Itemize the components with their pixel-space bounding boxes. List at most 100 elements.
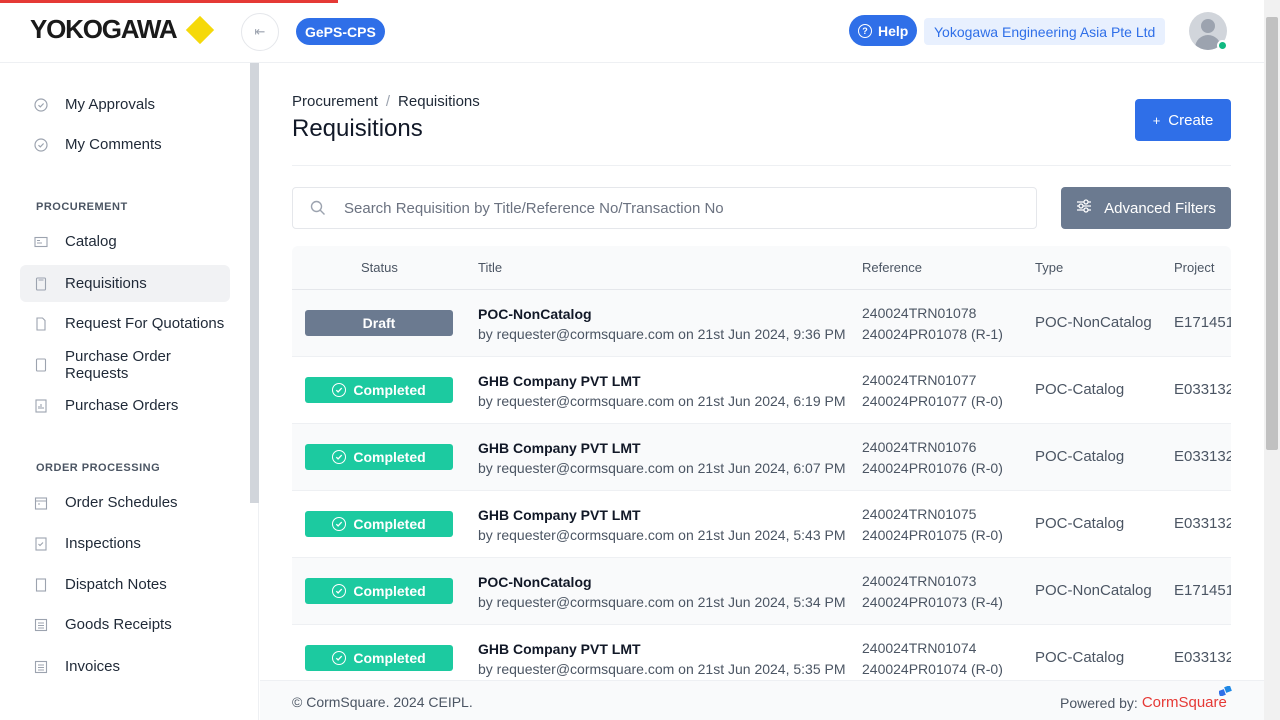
pr-number: 240024PR01075 (R-0) <box>862 527 1003 543</box>
loading-progress-bar <box>0 0 338 3</box>
document-icon <box>34 276 48 291</box>
column-header-type[interactable]: Type <box>1035 260 1063 275</box>
advanced-filters-button[interactable]: Advanced Filters <box>1061 187 1231 229</box>
sidebar-item-label: Request For Quotations <box>65 315 225 332</box>
project-cell: E0331320 <box>1174 515 1231 532</box>
plus-icon: + <box>1152 112 1161 128</box>
document-icon <box>34 577 48 592</box>
column-header-title[interactable]: Title <box>478 260 502 275</box>
create-button[interactable]: + Create <box>1135 99 1231 141</box>
cormsquare-mark-icon <box>1218 686 1232 696</box>
sidebar-item-inspections[interactable]: Inspections <box>20 525 230 562</box>
status-badge: Completed <box>305 511 453 537</box>
search-input[interactable] <box>344 199 1004 217</box>
check-circle-icon <box>332 517 347 531</box>
search-icon <box>310 200 326 216</box>
check-circle-icon <box>332 651 347 665</box>
title-cell[interactable]: POC-NonCatalog by requester@cormsquare.co… <box>478 574 846 610</box>
project-cell: E0331320 <box>1174 448 1231 465</box>
status-label: Completed <box>353 583 426 599</box>
footer: © CormSquare. 2024 CEIPL. Powered by: Co… <box>260 680 1264 720</box>
sidebar-item-label: Goods Receipts <box>65 616 172 633</box>
pr-number: 240024PR01073 (R-4) <box>862 594 1003 610</box>
sidebar-item-dispatch-notes[interactable]: Dispatch Notes <box>20 566 230 603</box>
table-header: Status Title Reference Type Project <box>292 246 1231 290</box>
collapse-sidebar-button[interactable]: ⇤ <box>241 13 279 51</box>
check-circle-icon <box>34 97 48 112</box>
check-circle-icon <box>332 450 347 464</box>
type-cell: POC-NonCatalog <box>1035 582 1152 599</box>
sidebar-item-order-schedules[interactable]: Order Schedules <box>20 484 230 521</box>
pr-number: 240024PR01074 (R-0) <box>862 661 1003 677</box>
column-header-status[interactable]: Status <box>361 260 398 275</box>
column-header-reference[interactable]: Reference <box>862 260 922 275</box>
breadcrumb-procurement[interactable]: Procurement <box>292 93 378 110</box>
cormsquare-logo[interactable]: CormSquare <box>1142 686 1232 711</box>
project-cell: E0331320 <box>1174 381 1231 398</box>
table-row[interactable]: Draft POC-NonCatalog by requester@cormsqua… <box>292 290 1231 357</box>
table-row[interactable]: Completed GHB Company PVT LMT by requester… <box>292 491 1231 558</box>
title-cell[interactable]: GHB Company PVT LMT by requester@cormsqua… <box>478 440 846 476</box>
page-scrollbar-thumb[interactable] <box>1266 17 1278 450</box>
title-cell[interactable]: GHB Company PVT LMT by requester@cormsqua… <box>478 373 846 409</box>
project-cell: E1714510 <box>1174 314 1231 331</box>
requisition-title[interactable]: POC-NonCatalog <box>478 306 846 322</box>
requisitions-table: Status Title Reference Type Project Draf… <box>292 246 1231 681</box>
status-badge: Draft <box>305 310 453 336</box>
logo-text: YOKOGAWA <box>30 14 178 44</box>
sidebar-item-purchase-order-requests[interactable]: Purchase Order Requests <box>20 346 230 383</box>
page-scrollbar[interactable] <box>1264 0 1280 720</box>
check-circle-icon <box>34 137 48 152</box>
table-row[interactable]: Completed POC-NonCatalog by requester@corm… <box>292 558 1231 625</box>
table-row[interactable]: Completed GHB Company PVT LMT by requester… <box>292 625 1231 681</box>
section-heading-procurement: PROCUREMENT <box>36 201 128 213</box>
sidebar-item-request-for-quotations[interactable]: Request For Quotations <box>20 305 230 342</box>
chart-document-icon <box>34 398 48 413</box>
collapse-icon: ⇤ <box>254 24 266 39</box>
sidebar-item-invoices[interactable]: Invoices <box>20 648 230 685</box>
app-badge[interactable]: GePS-CPS <box>296 18 385 45</box>
sidebar-item-label: Purchase Orders <box>65 397 179 414</box>
column-header-project[interactable]: Project <box>1174 260 1214 275</box>
project-cell: E0331320 <box>1174 649 1231 666</box>
reference-cell: 240024TRN01078 240024PR01078 (R-1) <box>862 303 1003 345</box>
type-cell: POC-Catalog <box>1035 448 1125 465</box>
sidebar-item-my-comments[interactable]: My Comments <box>20 126 230 163</box>
table-row[interactable]: Completed GHB Company PVT LMT by requester… <box>292 357 1231 424</box>
sidebar-item-purchase-orders[interactable]: Purchase Orders <box>20 387 230 424</box>
sidebar-item-label: Inspections <box>65 535 141 552</box>
status-badge: Completed <box>305 444 453 470</box>
pr-number: 240024PR01076 (R-0) <box>862 460 1003 476</box>
header-divider <box>292 165 1231 166</box>
title-cell[interactable]: POC-NonCatalog by requester@cormsquare.co… <box>478 306 846 342</box>
sidebar-item-requisitions[interactable]: Requisitions <box>20 265 230 302</box>
breadcrumb: Procurement / Requisitions <box>292 93 480 110</box>
status-label: Completed <box>353 382 426 398</box>
list-document-icon <box>34 618 48 632</box>
title-cell[interactable]: GHB Company PVT LMT by requester@cormsqua… <box>478 507 846 543</box>
sidebar-item-my-approvals[interactable]: My Approvals <box>20 86 230 123</box>
reference-cell: 240024TRN01076 240024PR01076 (R-0) <box>862 437 1003 479</box>
search-box[interactable] <box>292 187 1037 229</box>
requisition-title[interactable]: GHB Company PVT LMT <box>478 440 846 456</box>
sidebar-item-label: Catalog <box>65 233 117 250</box>
sidebar-item-goods-receipts[interactable]: Goods Receipts <box>20 606 230 643</box>
document-icon <box>34 316 48 331</box>
transaction-number: 240024TRN01077 <box>862 372 977 388</box>
requisition-title[interactable]: GHB Company PVT LMT <box>478 641 846 657</box>
company-selector[interactable]: Yokogawa Engineering Asia Pte Ltd <box>924 18 1166 45</box>
help-button[interactable]: ? Help <box>849 15 918 46</box>
requisition-title[interactable]: GHB Company PVT LMT <box>478 507 846 523</box>
sidebar-item-catalog[interactable]: Catalog <box>20 223 230 260</box>
type-cell: POC-Catalog <box>1035 649 1125 666</box>
yokogawa-logo[interactable]: YOKOGAWA <box>30 14 215 45</box>
requisition-title[interactable]: POC-NonCatalog <box>478 574 846 590</box>
table-row[interactable]: Completed GHB Company PVT LMT by requester… <box>292 424 1231 491</box>
status-label: Completed <box>353 516 426 532</box>
sidebar-scrollbar[interactable] <box>250 63 259 503</box>
copyright-text: © CormSquare. 2024 CEIPL. <box>292 694 473 710</box>
checklist-icon <box>34 536 48 551</box>
title-cell[interactable]: GHB Company PVT LMT by requester@cormsqua… <box>478 641 846 677</box>
advanced-filters-label: Advanced Filters <box>1104 199 1216 217</box>
requisition-title[interactable]: GHB Company PVT LMT <box>478 373 846 389</box>
